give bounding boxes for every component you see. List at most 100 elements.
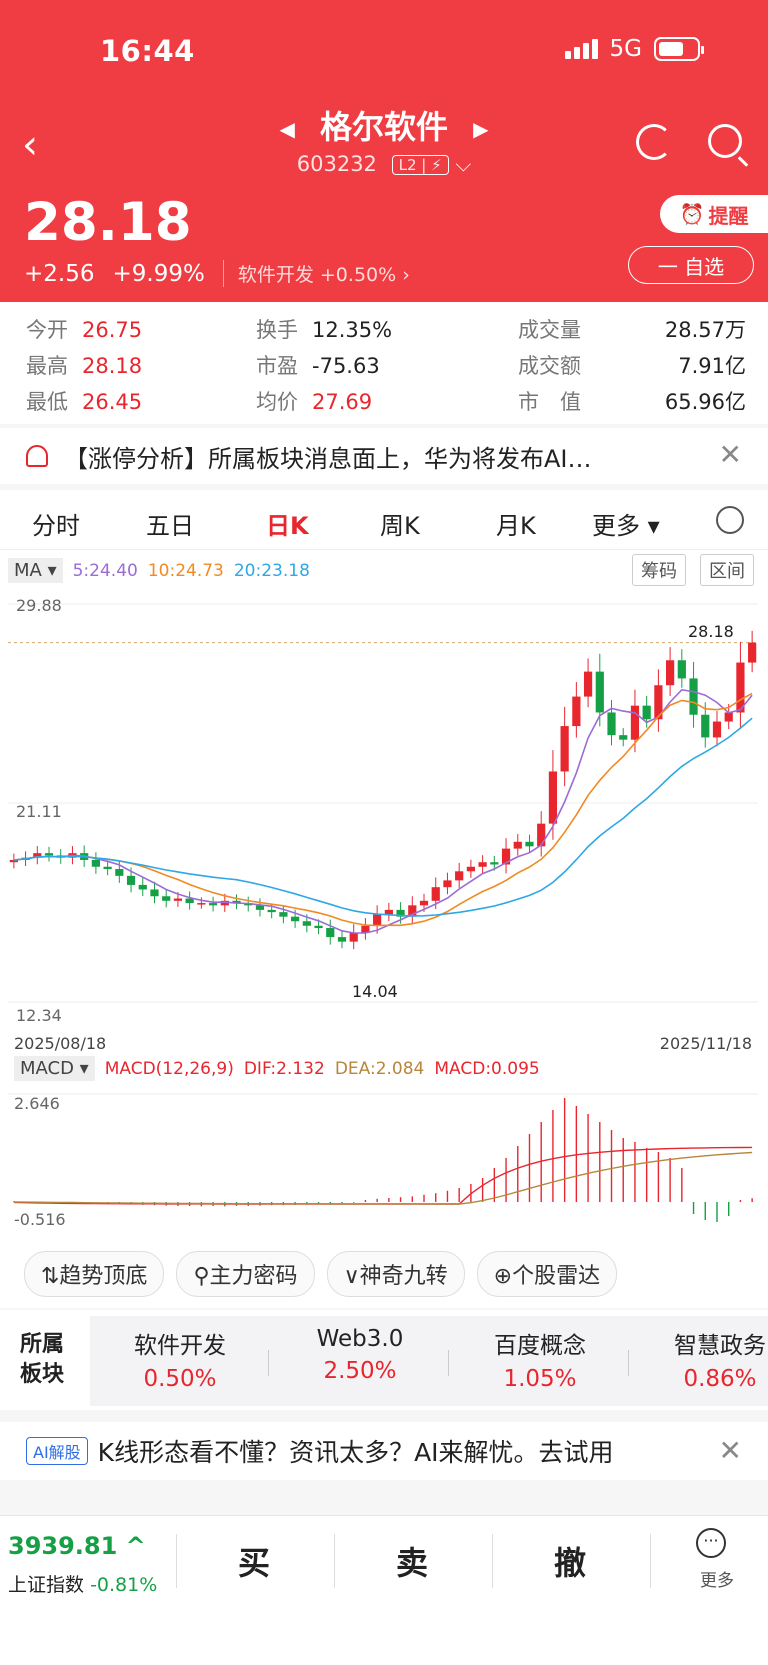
candle-body bbox=[724, 712, 733, 722]
battery-icon bbox=[654, 37, 704, 61]
quote-pe: 市盈 -75.63 bbox=[256, 354, 380, 378]
dif-line bbox=[13, 1146, 753, 1205]
candle-body bbox=[490, 862, 499, 865]
close-icon[interactable]: ✕ bbox=[719, 438, 742, 471]
macd-selector[interactable]: MACD ▾ bbox=[14, 1056, 95, 1081]
tab-intraday[interactable]: 分时 bbox=[32, 506, 80, 541]
candle-body bbox=[619, 735, 628, 740]
prev-stock-icon[interactable]: ◀ bbox=[279, 117, 294, 141]
price-change-pct: +9.99% bbox=[112, 260, 205, 287]
macd-axis-bottom: -0.516 bbox=[14, 1210, 66, 1229]
quote-table: 今开 26.75 最高 28.18 最低 26.45 换手 12.35% 市盈 -75.6… bbox=[0, 302, 768, 424]
range-button[interactable]: 区间 bbox=[700, 554, 754, 586]
more-icon[interactable]: ··· bbox=[696, 1528, 726, 1558]
divider bbox=[268, 1350, 269, 1376]
change-row: +2.56 +9.99% 软件开发 +0.50% › bbox=[24, 260, 410, 287]
divider bbox=[628, 1350, 629, 1376]
sell-button[interactable]: 卖 bbox=[396, 1538, 428, 1584]
divider bbox=[448, 1350, 449, 1376]
cancel-order-button[interactable]: 撤 bbox=[554, 1538, 586, 1584]
search-icon[interactable] bbox=[708, 124, 742, 158]
candle-body bbox=[337, 937, 347, 942]
ai-banner[interactable]: AI解股 K线形态看不懂？资讯太多？AI来解忧。去试用 ✕ bbox=[0, 1422, 768, 1480]
tab-more[interactable]: 更多 ▾ bbox=[592, 506, 660, 541]
candle-body bbox=[572, 696, 581, 727]
l2-badge: L2 | ⚡ bbox=[391, 155, 449, 175]
refresh-icon[interactable] bbox=[636, 124, 672, 160]
related-sectors: 所属板块 软件开发 0.50% Web3.0 2.50% 百度概念 1.05% … bbox=[0, 1310, 768, 1410]
status-icons: 5G bbox=[564, 36, 704, 62]
sector-item[interactable]: 软件开发 0.50% bbox=[90, 1326, 270, 1392]
quote-high: 最高 28.18 bbox=[26, 354, 143, 378]
x-axis-end: 2025/11/18 bbox=[659, 1034, 752, 1053]
add-favorite-button[interactable]: 一 自选 bbox=[628, 246, 754, 284]
tool-main-force-code[interactable]: ⚲主力密码 bbox=[176, 1251, 315, 1297]
buy-button[interactable]: 买 bbox=[238, 1538, 270, 1584]
tab-weekly-k[interactable]: 周K bbox=[380, 506, 420, 541]
sectors-label: 所属板块 bbox=[20, 1332, 65, 1387]
index-value[interactable]: 3939.81 ^ bbox=[8, 1532, 146, 1560]
candle-body bbox=[642, 705, 651, 720]
candle-body bbox=[115, 869, 124, 876]
candle-body bbox=[138, 884, 147, 890]
tab-five-day[interactable]: 五日 bbox=[146, 506, 194, 541]
news-banner[interactable]: 【涨停分析】所属板块消息面上，华为将发布AI… ✕ bbox=[0, 428, 768, 484]
candle-body bbox=[279, 912, 288, 917]
candle-body bbox=[513, 841, 522, 849]
sector-item[interactable]: 智慧政务 0.86% bbox=[630, 1326, 768, 1392]
sector-link[interactable]: 软件开发 +0.50% › bbox=[222, 260, 410, 287]
quote-amount: 成交额 7.91亿 bbox=[518, 354, 746, 378]
candle-body bbox=[677, 660, 686, 679]
ma5-line bbox=[13, 688, 753, 934]
sector-item[interactable]: Web3.0 2.50% bbox=[270, 1326, 450, 1384]
chip-button[interactable]: 筹码 bbox=[632, 554, 686, 586]
index-name: 上证指数 bbox=[8, 1574, 85, 1596]
ai-text[interactable]: K线形态看不懂？资讯太多？AI来解忧。去试用 bbox=[98, 1433, 614, 1469]
candle-body bbox=[349, 932, 358, 942]
price-change: +2.56 bbox=[24, 260, 95, 287]
index-info[interactable]: 上证指数 -0.81% bbox=[8, 1570, 157, 1597]
sector-item-pct: 1.05% bbox=[503, 1366, 577, 1392]
close-icon[interactable]: ✕ bbox=[719, 1434, 742, 1467]
candle-body bbox=[466, 866, 475, 872]
tab-daily-k[interactable]: 日K bbox=[266, 506, 309, 555]
more-label[interactable]: 更多 bbox=[700, 1566, 734, 1591]
candle-body bbox=[197, 903, 206, 905]
candle-body bbox=[630, 705, 640, 740]
chevron-down-icon[interactable]: ⌵ bbox=[455, 152, 471, 176]
low-mark: 14.04 bbox=[352, 982, 398, 1001]
ai-tag: AI解股 bbox=[26, 1437, 88, 1465]
tool-stock-radar[interactable]: ⊕个股雷达 bbox=[476, 1251, 618, 1297]
settings-icon[interactable] bbox=[716, 506, 744, 534]
candle-body bbox=[44, 853, 54, 856]
sector-item[interactable]: 百度概念 1.05% bbox=[450, 1326, 630, 1392]
tool-trend-top-bottom[interactable]: ⇅趋势顶底 bbox=[24, 1251, 165, 1297]
ma10-value: 10:24.73 bbox=[147, 560, 224, 581]
sector-item-pct: 2.50% bbox=[323, 1358, 397, 1384]
macd-legend: MACD ▾ MACD(12,26,9) DIF:2.132 DEA:2.084… bbox=[14, 1056, 540, 1081]
next-stock-icon[interactable]: ▶ bbox=[473, 117, 488, 141]
candle-body bbox=[103, 866, 112, 870]
ma20-line bbox=[13, 717, 753, 917]
ma-selector[interactable]: MA ▾ bbox=[8, 558, 63, 583]
candle-body bbox=[126, 875, 136, 885]
alert-icon: ⏰ bbox=[679, 202, 705, 226]
candle-body bbox=[701, 714, 710, 738]
y-axis-bottom: 12.34 bbox=[16, 1006, 62, 1025]
macd-value: MACD:0.095 bbox=[434, 1058, 540, 1079]
current-price: 28.18 bbox=[24, 192, 192, 253]
candle-body bbox=[326, 928, 335, 938]
candle-body bbox=[666, 660, 675, 686]
news-text[interactable]: 【涨停分析】所属板块消息面上，华为将发布AI… bbox=[64, 439, 704, 474]
alert-button[interactable]: ⏰ 提醒 bbox=[660, 195, 768, 233]
x-axis-start: 2025/08/18 bbox=[14, 1034, 107, 1053]
tab-monthly-k[interactable]: 月K bbox=[496, 506, 536, 541]
ma5-value: 5:24.40 bbox=[72, 560, 138, 581]
stock-name: 格尔软件 bbox=[319, 108, 448, 146]
tool-magic-nine[interactable]: ∨神奇九转 bbox=[326, 1251, 465, 1297]
candle-body bbox=[548, 771, 558, 824]
candle-body bbox=[185, 898, 194, 904]
index-pct: -0.81% bbox=[90, 1574, 158, 1596]
candle-body bbox=[150, 889, 159, 897]
kline-chart[interactable]: MA ▾ 5:24.40 10:24.73 20:23.18 筹码 区间 29.… bbox=[0, 550, 768, 1240]
